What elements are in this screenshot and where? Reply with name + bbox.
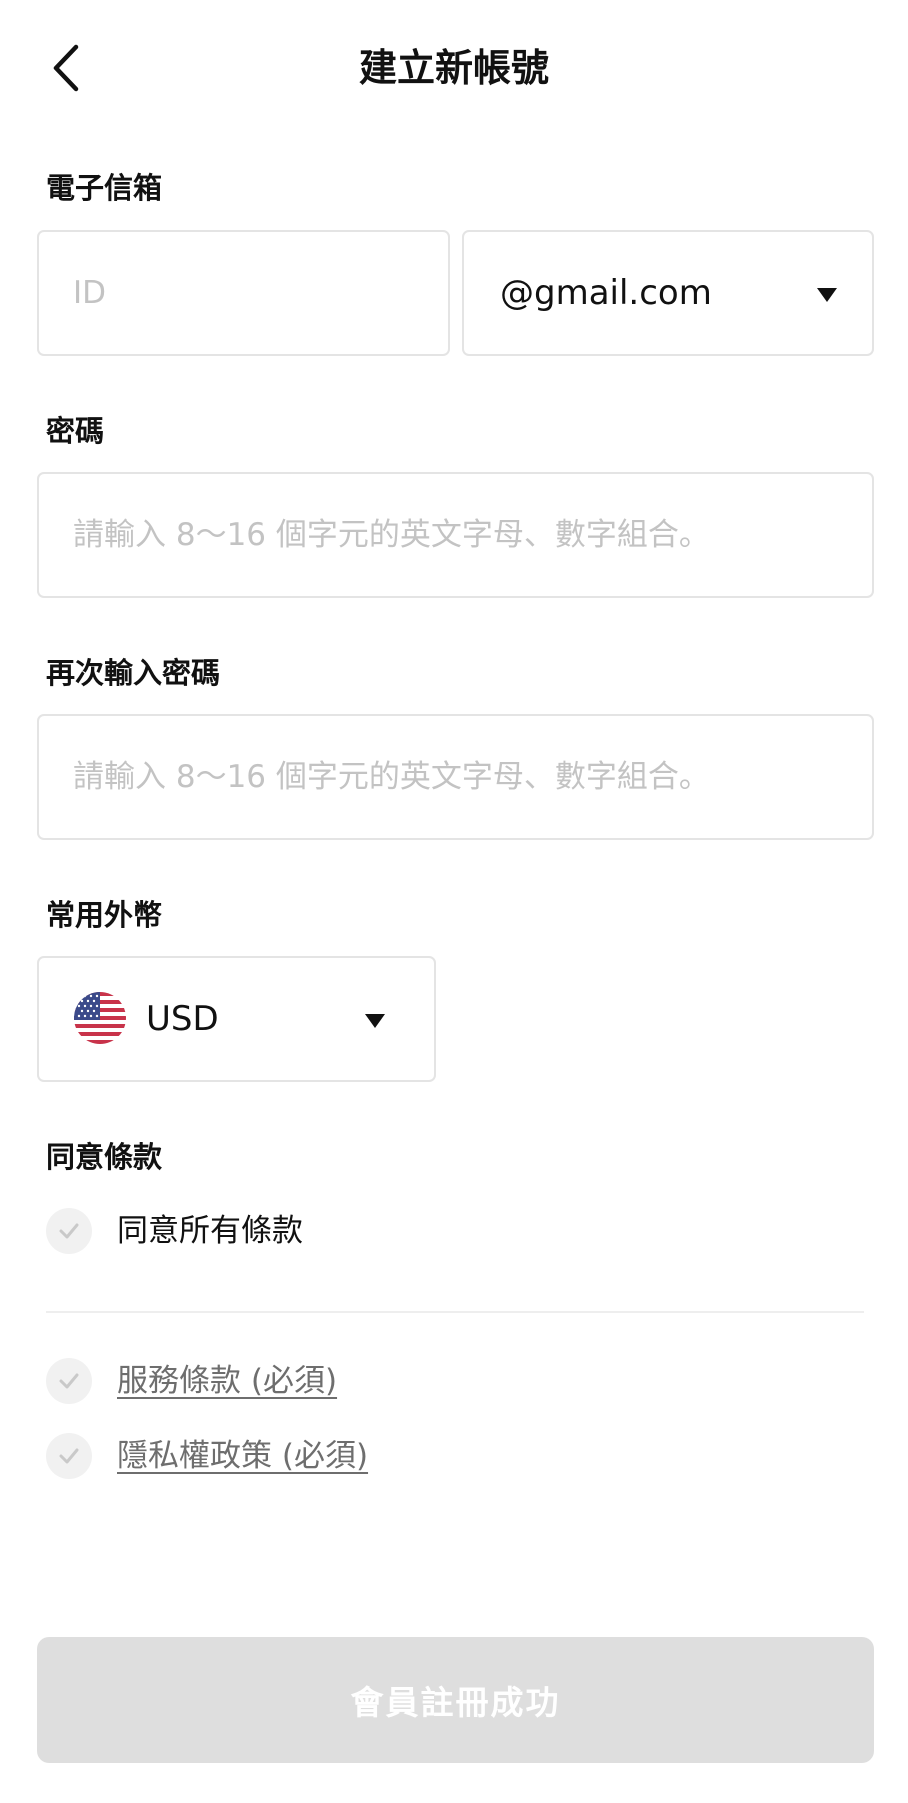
email-id-field[interactable] [37,230,450,356]
terms-of-service-link[interactable]: 服務條款 (必須) [117,1358,337,1404]
header-bar: 建立新帳號 [0,0,908,134]
currency-label: 常用外幣 [46,898,163,932]
password-confirm-label: 再次輸入密碼 [46,656,221,690]
checkmark-icon [59,1223,79,1239]
privacy-policy-link[interactable]: 隱私權政策 (必須) [117,1433,368,1479]
terms-label: 同意條款 [46,1140,163,1174]
caret-down-icon [365,1014,385,1028]
password-confirm-field[interactable] [37,714,874,840]
email-domain-select[interactable]: @gmail.com [462,230,874,356]
checkmark-icon [59,1448,79,1464]
currency-select[interactable]: USD [37,956,436,1082]
password-confirm-input[interactable] [39,716,872,838]
password-label: 密碼 [46,414,105,448]
currency-value: USD [146,999,219,1039]
agree-all-checkbox[interactable] [46,1208,92,1254]
terms-of-service-checkbox[interactable] [46,1358,92,1404]
email-domain-value: @gmail.com [500,273,712,313]
register-submit-button[interactable]: 會員註冊成功 [37,1637,874,1763]
agree-all-label[interactable]: 同意所有條款 [117,1208,303,1254]
caret-down-icon [817,288,837,302]
password-field[interactable] [37,472,874,598]
email-label: 電子信箱 [46,171,163,205]
checkmark-icon [59,1373,79,1389]
page-title: 建立新帳號 [358,46,549,90]
privacy-policy-checkbox[interactable] [46,1433,92,1479]
us-flag-icon [74,992,126,1044]
divider [46,1311,864,1313]
email-id-input[interactable] [39,232,448,354]
password-input[interactable] [39,474,872,596]
